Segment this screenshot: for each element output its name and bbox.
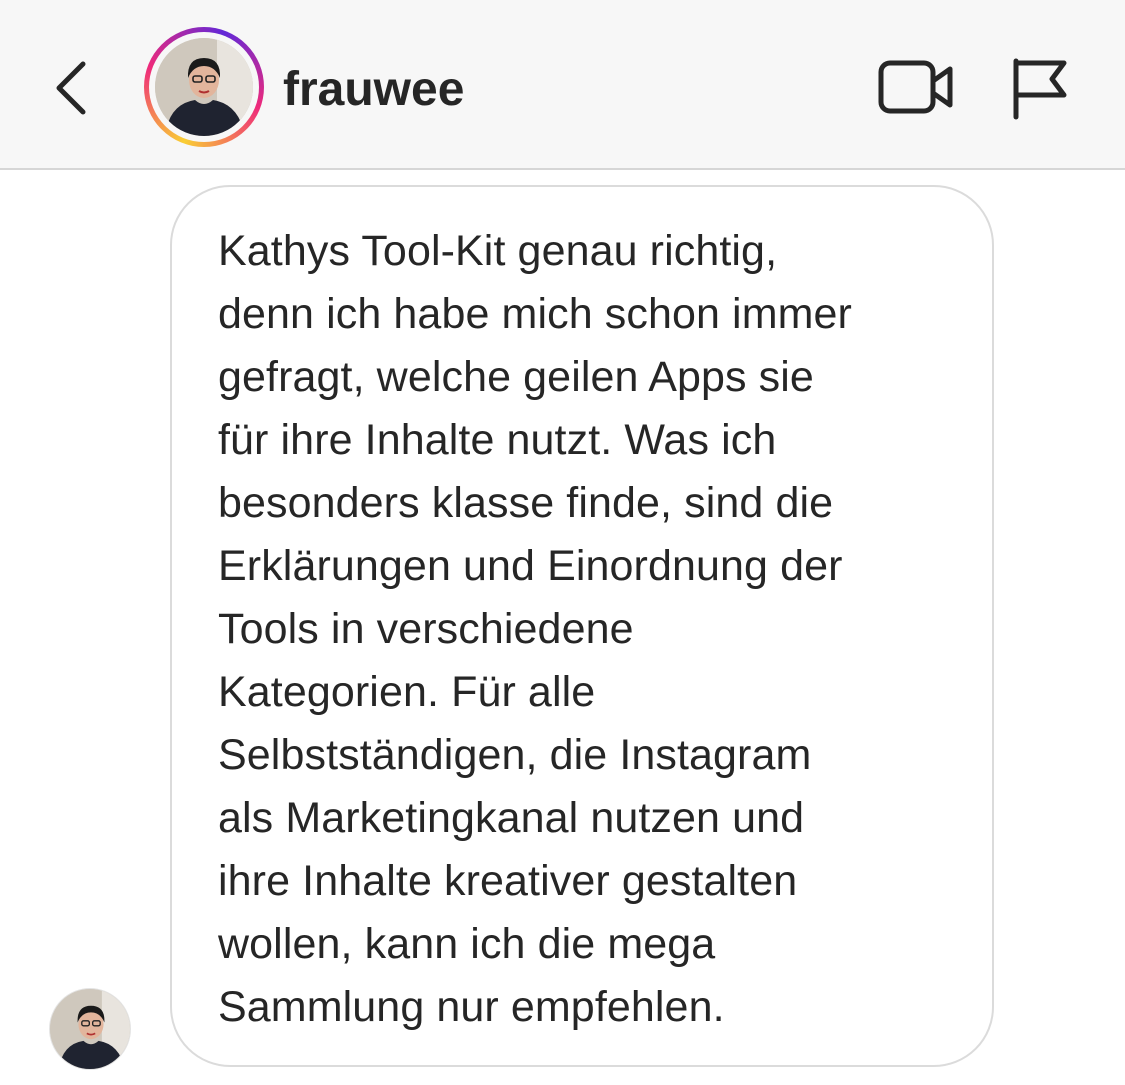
video-call-button[interactable] <box>876 55 956 120</box>
avatar-photo <box>155 38 253 136</box>
chat-header: frauwee <box>0 0 1125 170</box>
profile-avatar[interactable] <box>144 27 264 147</box>
back-button[interactable] <box>45 50 105 122</box>
sender-avatar[interactable] <box>49 988 131 1070</box>
message-text: Kathys Tool-Kit genau richtig, denn ich … <box>218 227 852 1031</box>
chevron-left-icon <box>56 61 86 115</box>
flag-icon <box>1013 58 1067 120</box>
report-button[interactable] <box>1008 55 1072 121</box>
message-bubble[interactable]: Kathys Tool-Kit genau richtig, denn ich … <box>170 185 994 1067</box>
video-camera-icon <box>878 60 953 114</box>
chat-username[interactable]: frauwee <box>283 60 464 120</box>
avatar-photo <box>50 989 130 1069</box>
